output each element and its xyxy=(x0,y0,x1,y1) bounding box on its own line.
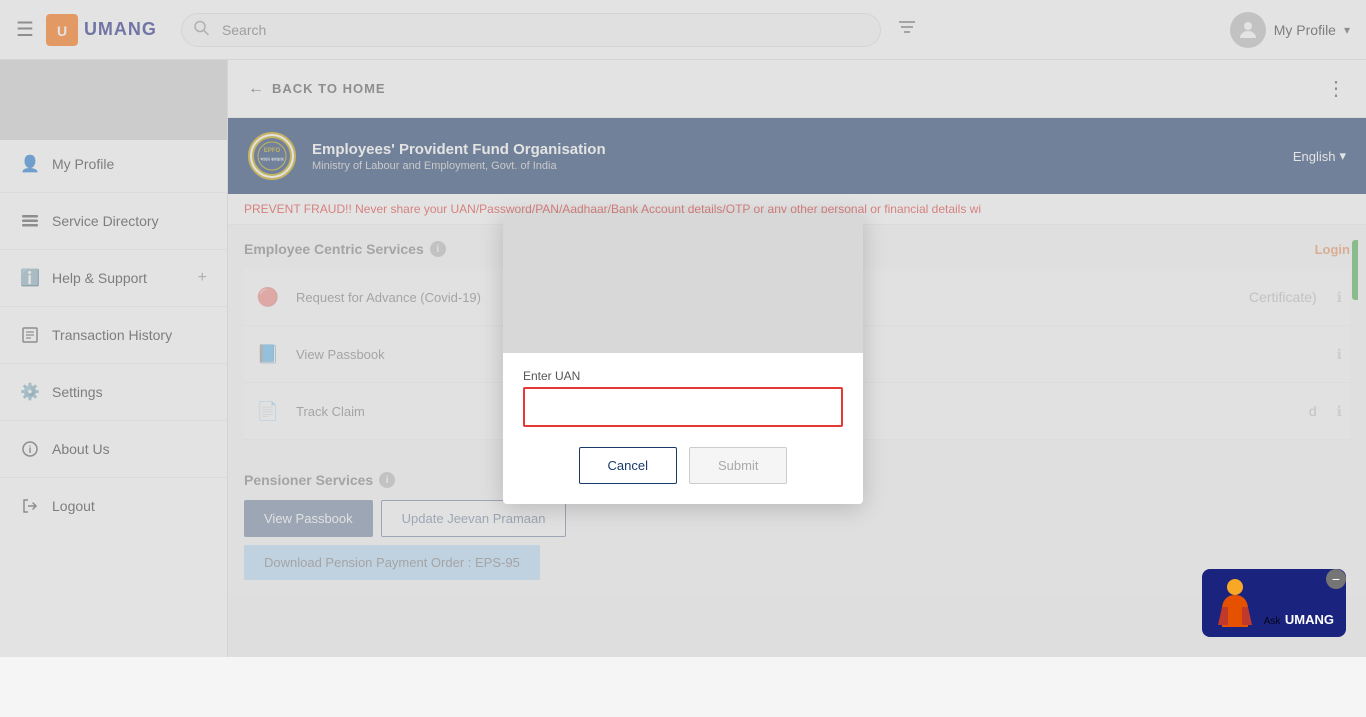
modal-top-gray xyxy=(503,213,863,353)
modal-dialog: Enter UAN Cancel Submit xyxy=(503,213,863,504)
modal-body: Enter UAN Cancel Submit xyxy=(503,353,863,504)
umang-label: UMANG xyxy=(1285,612,1334,627)
submit-button[interactable]: Submit xyxy=(689,447,787,484)
cancel-button[interactable]: Cancel xyxy=(579,447,677,484)
uan-input[interactable] xyxy=(523,387,843,427)
modal-overlay: Enter UAN Cancel Submit xyxy=(0,0,1366,657)
modal-actions: Cancel Submit xyxy=(523,447,843,484)
ask-umang-widget[interactable]: − Ask UMANG xyxy=(1202,569,1346,637)
ask-label: Ask xyxy=(1264,616,1281,627)
minimize-icon[interactable]: − xyxy=(1326,569,1346,589)
modal-field-label: Enter UAN xyxy=(523,369,843,383)
ask-umang-bubble: Ask UMANG xyxy=(1264,611,1334,629)
